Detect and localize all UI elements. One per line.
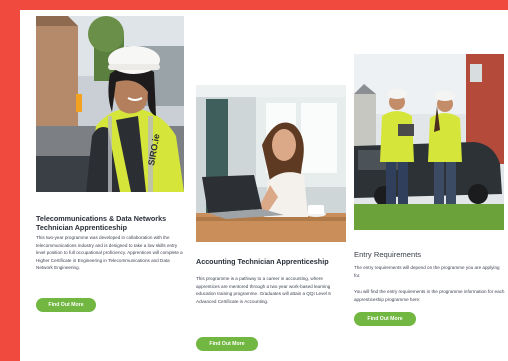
card-entry: Entry Requirements The entry requirement…	[354, 54, 506, 326]
card-telecoms-title: Telecommunications & Data Networks Techn…	[36, 214, 167, 232]
card-accounting: Accounting Technician Apprenticeship Thi…	[196, 85, 346, 361]
card-entry-body-1: The entry requirements will depend on th…	[354, 265, 500, 278]
card-telecoms: SIRO.ie Telecommunications & Data Networ…	[36, 16, 186, 316]
content-panel: SIRO.ie Telecommunications & Data Networ…	[20, 10, 508, 361]
card-entry-body-2: You will find the entry requirements in …	[354, 289, 505, 302]
accounting-find-out-more-button[interactable]: Find Out More	[196, 337, 258, 351]
technician-photo: SIRO.ie	[36, 16, 184, 192]
card-entry-image	[354, 54, 504, 230]
entry-find-out-more-button[interactable]: Find Out More	[354, 312, 416, 326]
technicians-van-photo	[354, 54, 504, 230]
accountant-photo	[196, 85, 346, 242]
card-accounting-title: Accounting Technician Apprenticeship	[196, 257, 329, 266]
card-entry-title: Entry Requirements	[354, 250, 422, 259]
card-telecoms-image: SIRO.ie	[36, 16, 184, 192]
card-telecoms-body: This two-year programme was developed in…	[36, 235, 183, 271]
card-accounting-image	[196, 85, 346, 242]
telecoms-find-out-more-button[interactable]: Find Out More	[36, 298, 96, 312]
card-accounting-body: This programme is a pathway to a career …	[196, 276, 331, 304]
